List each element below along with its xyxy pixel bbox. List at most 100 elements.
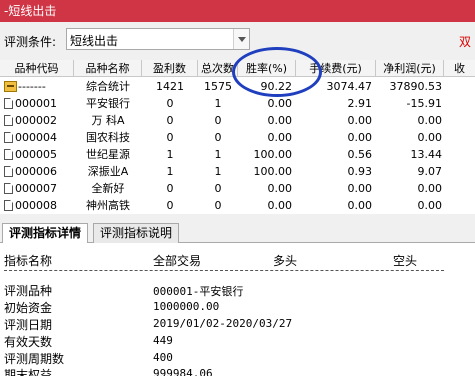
detail-value: 400 xyxy=(153,351,173,364)
row-total-trades: 0 xyxy=(214,182,222,195)
row-total-trades: 1 xyxy=(214,97,222,110)
table-row[interactable]: 000007 全新好 0 0 0.00 0.00 0.00 xyxy=(0,180,475,197)
condition-right-text[interactable]: 双 xyxy=(459,33,471,50)
row-net-profit: -15.91 xyxy=(406,97,442,110)
table-row[interactable]: 000001 平安银行 0 1 0.00 2.91 -15.91 xyxy=(0,95,475,112)
document-icon xyxy=(4,166,13,177)
row-code: 000008 xyxy=(15,199,57,212)
row-net-profit: 0.00 xyxy=(417,114,443,127)
detail-panel: 指标名称 全部交易 多头 空头 评测品种 000001-平安银行 初始资金 10… xyxy=(0,243,475,376)
table-row[interactable]: 000004 国农科技 0 0 0.00 0.00 0.00 xyxy=(0,129,475,146)
table-row[interactable]: 000008 神州高铁 0 0 0.00 0.00 0.00 xyxy=(0,197,475,214)
row-fee: 0.00 xyxy=(347,182,373,195)
row-name: 综合统计 xyxy=(86,80,130,93)
row-fee: 0.00 xyxy=(347,131,373,144)
row-win-rate: 90.22 xyxy=(260,80,293,93)
detail-label: 期末权益 xyxy=(4,368,53,376)
row-net-profit: 9.07 xyxy=(417,165,443,178)
row-code: 000006 xyxy=(15,165,57,178)
row-name: 深振业A xyxy=(87,165,129,178)
row-win-rate: 0.00 xyxy=(267,182,293,195)
row-profit-count: 0 xyxy=(166,182,174,195)
row-total-trades: 1 xyxy=(214,165,222,178)
table-row[interactable]: 000005 世纪星源 1 1 100.00 0.56 13.44 xyxy=(0,146,475,163)
detail-tab-bar: 评测指标详情 评测指标说明 xyxy=(0,221,475,244)
detail-header-indicator: 指标名称 xyxy=(4,254,53,268)
row-profit-count: 0 xyxy=(166,97,174,110)
row-total-trades: 1575 xyxy=(204,80,232,93)
row-win-rate: 0.00 xyxy=(267,199,293,212)
table-header: 品种代码 品种名称 盈利数 总次数 胜率(%) 手续费(元) 净利润(元) 收 xyxy=(0,60,475,77)
window-title-bar: -短线出击 xyxy=(0,0,475,22)
row-name: 全新好 xyxy=(91,182,125,195)
row-code: 000004 xyxy=(15,131,57,144)
detail-label: 有效天数 xyxy=(4,335,53,349)
condition-label: 评测条件: xyxy=(4,35,57,49)
document-icon xyxy=(4,149,13,160)
column-header-code[interactable]: 品种代码 xyxy=(0,60,74,77)
row-total-trades: 1 xyxy=(214,148,222,161)
detail-header-short: 空头 xyxy=(393,254,418,268)
column-header-name[interactable]: 品种名称 xyxy=(74,60,142,77)
row-net-profit: 37890.53 xyxy=(389,80,443,93)
row-total-trades: 0 xyxy=(214,114,222,127)
row-code: 000001 xyxy=(15,97,57,110)
row-win-rate: 0.00 xyxy=(267,97,293,110)
detail-label: 评测周期数 xyxy=(4,352,65,366)
detail-label: 评测日期 xyxy=(4,318,53,332)
row-fee: 3074.47 xyxy=(326,80,373,93)
row-name: 平安银行 xyxy=(86,97,130,110)
row-profit-count: 1 xyxy=(166,165,174,178)
row-total-trades: 0 xyxy=(214,199,222,212)
row-profit-count: 1 xyxy=(166,148,174,161)
row-net-profit: 13.44 xyxy=(410,148,443,161)
column-header-more[interactable]: 收 xyxy=(444,60,475,77)
detail-label: 初始资金 xyxy=(4,301,53,315)
row-name: 国农科技 xyxy=(86,131,130,144)
detail-header-long: 多头 xyxy=(273,254,298,268)
table-row-summary[interactable]: ------- 综合统计 1421 1575 90.22 3074.47 378… xyxy=(0,78,475,95)
row-win-rate: 100.00 xyxy=(253,165,293,178)
condition-select-value: 短线出击 xyxy=(70,34,119,48)
detail-value: 000001-平安银行 xyxy=(153,285,244,298)
row-fee: 0.00 xyxy=(347,114,373,127)
document-icon xyxy=(4,132,13,143)
tab-indicator-details[interactable]: 评测指标详情 xyxy=(2,223,89,244)
detail-label: 评测品种 xyxy=(4,284,53,298)
row-name: 世纪星源 xyxy=(86,148,130,161)
column-header-fee[interactable]: 手续费(元) xyxy=(296,60,376,77)
chevron-down-icon[interactable] xyxy=(233,29,249,49)
row-code: 000005 xyxy=(15,148,57,161)
row-net-profit: 0.00 xyxy=(417,131,443,144)
row-total-trades: 0 xyxy=(214,131,222,144)
table-row[interactable]: 000006 深振业A 1 1 100.00 0.93 9.07 xyxy=(0,163,475,180)
tab-indicator-description[interactable]: 评测指标说明 xyxy=(93,223,180,243)
row-net-profit: 0.00 xyxy=(417,182,443,195)
condition-select[interactable]: 短线出击 xyxy=(66,28,250,50)
row-fee: 0.00 xyxy=(347,199,373,212)
window-title: -短线出击 xyxy=(4,4,57,18)
document-icon xyxy=(4,200,13,211)
row-profit-count: 1421 xyxy=(156,80,184,93)
column-header-profit-count[interactable]: 盈利数 xyxy=(142,60,198,77)
condition-bar: 评测条件: 短线出击 双 xyxy=(0,22,475,60)
column-header-net-profit[interactable]: 净利润(元) xyxy=(376,60,444,77)
document-icon xyxy=(4,115,13,126)
row-code: ------- xyxy=(18,80,46,93)
row-win-rate: 100.00 xyxy=(253,148,293,161)
column-header-total-trades[interactable]: 总次数 xyxy=(198,60,238,77)
summary-icon xyxy=(4,81,17,92)
detail-value: 1000000.00 xyxy=(153,300,220,313)
table-row[interactable]: 000002 万 科A 0 0 0.00 0.00 0.00 xyxy=(0,112,475,129)
document-icon xyxy=(4,98,13,109)
row-profit-count: 0 xyxy=(166,114,174,127)
row-fee: 0.56 xyxy=(347,148,373,161)
detail-value: 449 xyxy=(153,334,173,347)
row-fee: 0.93 xyxy=(347,165,373,178)
row-code: 000002 xyxy=(15,114,57,127)
row-name: 万 科A xyxy=(91,114,125,127)
detail-divider xyxy=(4,270,444,271)
column-header-win-rate[interactable]: 胜率(%) xyxy=(238,60,296,77)
results-table: 品种代码 品种名称 盈利数 总次数 胜率(%) 手续费(元) 净利润(元) 收 … xyxy=(0,60,475,214)
row-name: 神州高铁 xyxy=(86,199,130,212)
